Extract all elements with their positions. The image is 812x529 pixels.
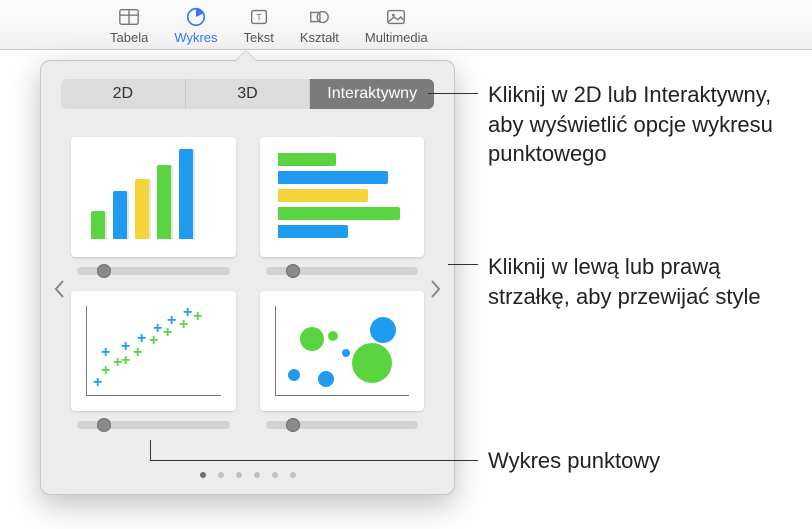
table-icon: [118, 6, 140, 28]
callout-line: [150, 440, 151, 460]
toolbar-label: Tabela: [110, 30, 148, 45]
prev-page-arrow[interactable]: [45, 269, 73, 309]
text-icon: T: [248, 6, 270, 28]
style-slider[interactable]: [266, 267, 419, 275]
tab-interactive[interactable]: Interaktywny: [310, 79, 434, 109]
toolbar-label: Multimedia: [365, 30, 428, 45]
scatter-chart-style[interactable]: + + + + + + + + + + + + + + +: [71, 291, 236, 411]
shape-icon: [308, 6, 330, 28]
page-indicator: [41, 472, 454, 478]
toolbar-item-table[interactable]: Tabela: [110, 6, 148, 47]
callout-line: [448, 264, 478, 265]
toolbar-label: Tekst: [244, 30, 274, 45]
toolbar-item-media[interactable]: Multimedia: [365, 6, 428, 47]
page-dot[interactable]: [218, 472, 224, 478]
page-dot[interactable]: [236, 472, 242, 478]
style-slider[interactable]: [266, 421, 419, 429]
tab-3d[interactable]: 3D: [186, 79, 311, 109]
style-slider[interactable]: [77, 421, 230, 429]
toolbar-label: Wykres: [174, 30, 217, 45]
page-dot[interactable]: [272, 472, 278, 478]
page-dot[interactable]: [200, 472, 206, 478]
page-dot[interactable]: [290, 472, 296, 478]
style-slider[interactable]: [77, 267, 230, 275]
pie-chart-icon: [185, 6, 207, 28]
media-icon: [385, 6, 407, 28]
toolbar-label: Kształt: [300, 30, 339, 45]
svg-text:T: T: [256, 13, 262, 23]
chart-style-pane: + + + + + + + + + + + + + + +: [41, 119, 454, 429]
callout-text-2: Kliknij w lewą lub prawą strzałkę, aby p…: [488, 252, 808, 311]
callout-line: [150, 460, 478, 461]
toolbar-item-chart[interactable]: Wykres: [174, 6, 217, 47]
callout-text-3: Wykres punktowy: [488, 446, 808, 476]
chart-grid: + + + + + + + + + + + + + + +: [71, 137, 424, 429]
column-chart-style[interactable]: [71, 137, 236, 257]
page-dot[interactable]: [254, 472, 260, 478]
tab-2d[interactable]: 2D: [61, 79, 186, 109]
bar-chart-style[interactable]: [260, 137, 425, 257]
next-page-arrow[interactable]: [422, 269, 450, 309]
callout-line: [428, 93, 478, 94]
chart-popover: 2D 3D Interaktywny: [40, 60, 455, 495]
toolbar-item-shape[interactable]: Kształt: [300, 6, 339, 47]
callout-text-1: Kliknij w 2D lub Interaktywny, aby wyświ…: [488, 80, 808, 169]
toolbar: Tabela Wykres T Tekst Kształt Multimedia: [0, 0, 812, 50]
chart-type-segmented-control: 2D 3D Interaktywny: [61, 79, 434, 109]
bubble-chart-style[interactable]: [260, 291, 425, 411]
toolbar-item-text[interactable]: T Tekst: [244, 6, 274, 47]
